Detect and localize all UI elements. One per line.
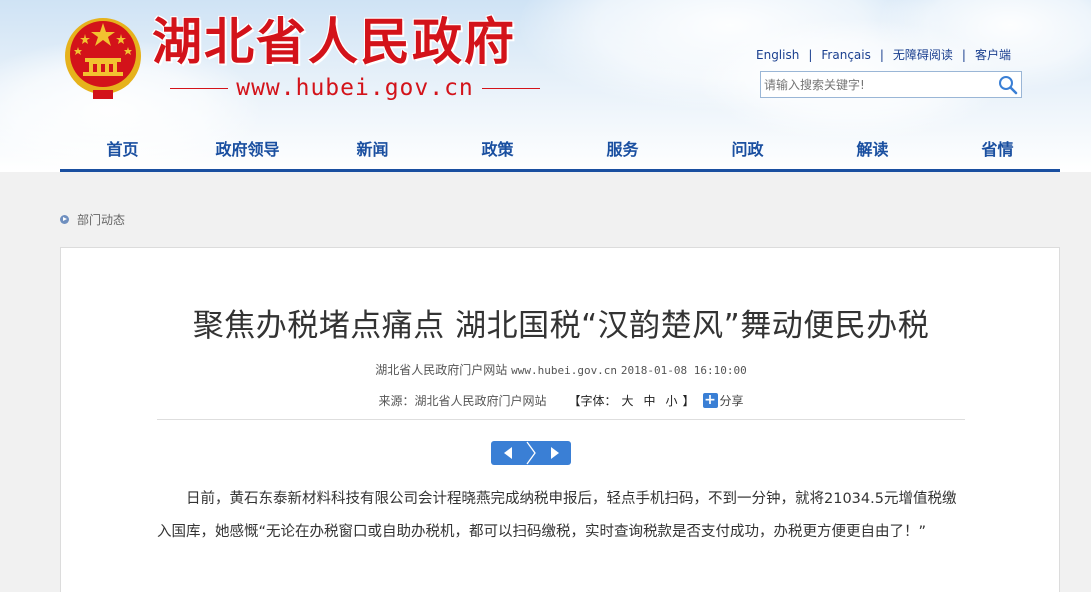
domain-text: www.hubei.gov.cn <box>236 75 474 101</box>
prev-button[interactable] <box>491 441 524 465</box>
font-size-large[interactable]: 大 <box>621 394 633 408</box>
share-button[interactable]: + 分享 <box>702 392 744 409</box>
nav-item-inquiry[interactable]: 问政 <box>685 132 810 169</box>
client-app-link[interactable]: 客户端 <box>975 46 1011 63</box>
site-domain: www.hubei.gov.cn <box>170 74 540 102</box>
publisher-name: 湖北省人民政府门户网站 <box>375 363 508 377</box>
font-label-close: 】 <box>682 394 695 408</box>
article-paragraph: 日前，黄石东泰新材料科技有限公司会计程晓燕完成纳税申报后，轻点手机扫码，不到一分… <box>157 491 957 540</box>
national-emblem-icon <box>65 18 141 99</box>
nav-item-province-info[interactable]: 省情 <box>935 132 1060 169</box>
nav-item-services[interactable]: 服务 <box>560 132 685 169</box>
next-button[interactable] <box>538 441 571 465</box>
main-nav: 首页 政府领导 新闻 政策 服务 问政 解读 省情 <box>60 132 1060 172</box>
breadcrumb-item[interactable]: 部门动态 <box>77 211 125 228</box>
font-label-open: 【字体： <box>568 394 617 408</box>
nav-item-leaders[interactable]: 政府领导 <box>185 132 310 169</box>
article-tools: 来源：湖北省人民政府门户网站 【字体： 大中小】 + 分享 <box>61 392 1061 409</box>
arrow-right-icon <box>550 447 559 459</box>
domain-left-rule <box>170 87 229 89</box>
francais-link[interactable]: Français <box>821 48 870 62</box>
domain-right-rule <box>481 87 540 89</box>
pager-divider <box>524 441 538 465</box>
search-input[interactable] <box>761 72 991 97</box>
publish-datetime: 2018-01-08 16:10:00 <box>620 364 747 377</box>
article-source: 来源：湖北省人民政府门户网站 <box>378 394 547 408</box>
search-box <box>760 71 1022 98</box>
accessibility-link[interactable]: 无障碍阅读 <box>893 46 953 63</box>
nav-item-news[interactable]: 新闻 <box>310 132 435 169</box>
english-link[interactable]: English <box>756 48 799 62</box>
top-links: English | Français | 无障碍阅读 | 客户端 <box>756 46 1046 63</box>
article-pager <box>491 441 571 465</box>
font-size-small[interactable]: 小 <box>666 394 678 408</box>
separator: | <box>961 47 966 62</box>
article-title: 聚焦办税堵点痛点 湖北国税“汉韵楚风”舞动便民办税 <box>192 308 930 344</box>
arrow-bullet-icon <box>60 214 69 224</box>
nav-item-home[interactable]: 首页 <box>60 132 185 169</box>
site-header: 湖北省人民政府 www.hubei.gov.cn English | Franç… <box>0 0 1091 172</box>
chevron-divider-icon <box>526 441 536 465</box>
font-size-medium[interactable]: 中 <box>643 394 655 408</box>
search-button[interactable] <box>996 73 1020 96</box>
breadcrumb: 部门动态 <box>60 210 125 228</box>
divider <box>157 419 965 420</box>
separator: | <box>879 47 884 62</box>
nav-item-policy[interactable]: 政策 <box>435 132 560 169</box>
share-label: 分享 <box>719 394 744 408</box>
site-title[interactable]: 湖北省人民政府 <box>152 10 516 74</box>
search-icon <box>999 75 1018 94</box>
separator: | <box>808 47 813 62</box>
nav-item-interpretation[interactable]: 解读 <box>810 132 935 169</box>
plus-icon: + <box>702 392 718 408</box>
article-container: 聚焦办税堵点痛点 湖北国税“汉韵楚风”舞动便民办税 湖北省人民政府门户网站 ww… <box>60 247 1060 592</box>
arrow-left-icon <box>503 447 512 459</box>
publisher-url: www.hubei.gov.cn <box>511 364 618 377</box>
font-size-control: 【字体： 大中小】 <box>568 392 694 409</box>
article-meta: 湖北省人民政府门户网站 www.hubei.gov.cn 2018-01-08 … <box>61 361 1061 378</box>
